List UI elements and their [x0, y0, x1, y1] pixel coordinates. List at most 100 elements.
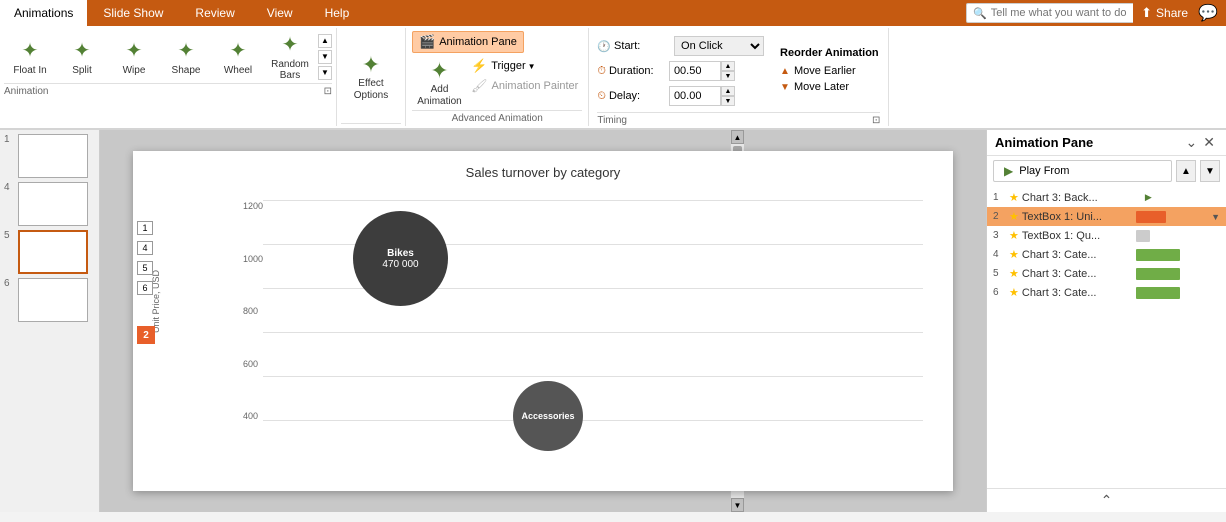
anim-item-4-bar — [1136, 249, 1180, 261]
anim-item-5-num: 5 — [993, 268, 1009, 279]
anim-shape-label: Shape — [172, 65, 201, 76]
delay-up-button[interactable]: ▲ — [721, 86, 735, 96]
anim-item-3-num: 3 — [993, 230, 1009, 241]
anim-item-3-name: TextBox 1: Qu... — [1022, 230, 1132, 242]
slide-thumb-1[interactable]: 1 — [4, 134, 95, 178]
scroll-down-btn[interactable]: ▼ — [731, 498, 744, 512]
scroll-more-button[interactable]: ▼ — [318, 66, 332, 80]
shape-icon: ✦ — [178, 38, 195, 63]
anim-item-6-name: Chart 3: Cate... — [1022, 287, 1132, 299]
tab-view[interactable]: View — [251, 0, 309, 26]
move-earlier-button[interactable]: ▲ Move Earlier — [780, 63, 879, 79]
tab-help[interactable]: Help — [309, 0, 366, 26]
slide-thumb-6[interactable]: 6 — [4, 278, 95, 322]
add-animation-button[interactable]: ✦ AddAnimation — [412, 56, 467, 110]
wheel-icon: ✦ — [230, 38, 247, 63]
scroll-up-button[interactable]: ▲ — [318, 34, 332, 48]
anim-float-in[interactable]: ✦ Float In — [4, 36, 56, 78]
scroll-up-btn[interactable]: ▲ — [731, 130, 744, 144]
anim-item-5[interactable]: 5 ★ Chart 3: Cate... — [987, 264, 1226, 283]
animation-scroll: ▲ ▼ ▼ — [318, 33, 332, 81]
trigger-icon: ⚡ — [471, 58, 487, 74]
bikes-label: Bikes — [387, 248, 414, 259]
slide-animation-indicator: 2 — [137, 326, 155, 344]
advanced-animation-group: 🎬 Animation Pane ✦ AddAnimation ⚡ Trigge… — [406, 28, 589, 126]
pane-close-button[interactable]: ✕ — [1200, 134, 1218, 151]
bikes-bubble[interactable]: Bikes 470 000 — [353, 211, 448, 306]
search-input[interactable] — [991, 7, 1151, 19]
pane-collapse-button[interactable]: ⌄ — [1183, 134, 1201, 151]
move-later-button[interactable]: ▼ Move Later — [780, 79, 879, 95]
slide-canvas: ▲ ▼ Sales turnover by category Unit Pric… — [100, 130, 986, 512]
animation-pane-title: Animation Pane — [995, 135, 1093, 150]
share-button[interactable]: Share — [1156, 6, 1188, 20]
anim-wheel-label: Wheel — [224, 65, 252, 76]
pane-expand-button[interactable]: ⌃ — [1101, 492, 1113, 509]
tab-slideshow[interactable]: Slide Show — [87, 0, 179, 26]
animation-pane-icon: 🎬 — [419, 34, 435, 50]
anim-item-1-name: Chart 3: Back... — [1022, 192, 1142, 204]
anim-item-6[interactable]: 6 ★ Chart 3: Cate... — [987, 283, 1226, 302]
animation-pane-label: Animation Pane — [439, 36, 517, 48]
slide-num-box-1: 1 — [137, 221, 153, 235]
anim-split-label: Split — [72, 65, 91, 76]
anim-split[interactable]: ✦ Split — [56, 36, 108, 78]
animation-expand-icon[interactable]: ⊡ — [324, 86, 332, 97]
bikes-value: 470 000 — [382, 259, 418, 270]
timing-expand-icon[interactable]: ⊡ — [872, 115, 880, 126]
anim-item-4-num: 4 — [993, 249, 1009, 260]
duration-down-button[interactable]: ▼ — [721, 71, 735, 81]
tab-animations[interactable]: Animations — [0, 0, 87, 26]
effect-options-button[interactable]: ✦ EffectOptions — [341, 48, 401, 106]
anim-item-2-num: 2 — [993, 211, 1009, 222]
anim-shape[interactable]: ✦ Shape — [160, 36, 212, 78]
anim-item-3[interactable]: 3 ★ TextBox 1: Qu... — [987, 226, 1226, 245]
anim-item-5-name: Chart 3: Cate... — [1022, 268, 1132, 280]
delay-down-button[interactable]: ▼ — [721, 96, 735, 106]
anim-item-4-star-icon: ★ — [1009, 248, 1019, 261]
slide-num-box-6: 6 — [137, 281, 153, 295]
anim-wipe-label: Wipe — [123, 65, 146, 76]
trigger-button[interactable]: ⚡ Trigger ▼ — [467, 57, 582, 75]
accessories-bubble[interactable]: Accessories — [513, 381, 583, 451]
anim-item-3-bar — [1136, 230, 1150, 242]
duration-input[interactable] — [669, 61, 721, 81]
anim-wipe[interactable]: ✦ Wipe — [108, 36, 160, 78]
anim-wheel[interactable]: ✦ Wheel — [212, 36, 264, 78]
slide-content: Sales turnover by category Unit Price, U… — [133, 151, 953, 491]
play-from-button[interactable]: ▶ Play From — [993, 160, 1172, 182]
delay-label: Delay: — [609, 90, 669, 102]
comment-icon[interactable]: 💬 — [1198, 3, 1218, 23]
animation-painter-button[interactable]: 🖌 Animation Painter — [467, 77, 582, 95]
duration-up-button[interactable]: ▲ — [721, 61, 735, 71]
slide-thumb-4[interactable]: 4 — [4, 182, 95, 226]
effect-options-label: EffectOptions — [354, 78, 388, 102]
slide-thumb-5[interactable]: 5 — [4, 230, 95, 274]
anim-item-4[interactable]: 4 ★ Chart 3: Cate... — [987, 245, 1226, 264]
anim-item-2-dropdown-icon[interactable]: ▼ — [1211, 212, 1220, 222]
start-select[interactable]: On Click — [674, 36, 764, 56]
start-clock-icon: 🕐 — [597, 40, 611, 53]
share-icon: ⬆ — [1141, 5, 1152, 21]
anim-random-bars-label: Random Bars — [266, 59, 314, 81]
anim-item-1-star-icon: ★ — [1009, 191, 1019, 204]
timing-group-label: Timing — [597, 115, 627, 126]
anim-random-bars[interactable]: ✦ Random Bars — [264, 30, 316, 83]
pane-nav-down-button[interactable]: ▼ — [1200, 160, 1220, 182]
tab-review[interactable]: Review — [179, 0, 250, 26]
anim-item-2-star-icon: ★ — [1009, 210, 1019, 223]
play-from-icon: ▶ — [1004, 164, 1013, 178]
animation-pane-button[interactable]: 🎬 Animation Pane — [412, 31, 524, 53]
pane-nav-up-button[interactable]: ▲ — [1176, 160, 1196, 182]
animation-painter-label: Animation Painter — [492, 80, 579, 92]
animation-painter-icon: 🖌 — [471, 78, 488, 94]
anim-item-2[interactable]: 2 ★ TextBox 1: Uni... ▼ — [987, 207, 1226, 226]
slide-num-box-5: 5 — [137, 261, 153, 275]
delay-input[interactable] — [669, 86, 721, 106]
anim-item-1[interactable]: 1 ★ Chart 3: Back... ▶ — [987, 188, 1226, 207]
move-earlier-arrow-icon: ▲ — [780, 66, 790, 77]
wipe-icon: ✦ — [126, 38, 143, 63]
scroll-down-button[interactable]: ▼ — [318, 50, 332, 64]
advanced-animation-label: Advanced Animation — [412, 110, 582, 124]
duration-label: Duration: — [609, 65, 669, 77]
